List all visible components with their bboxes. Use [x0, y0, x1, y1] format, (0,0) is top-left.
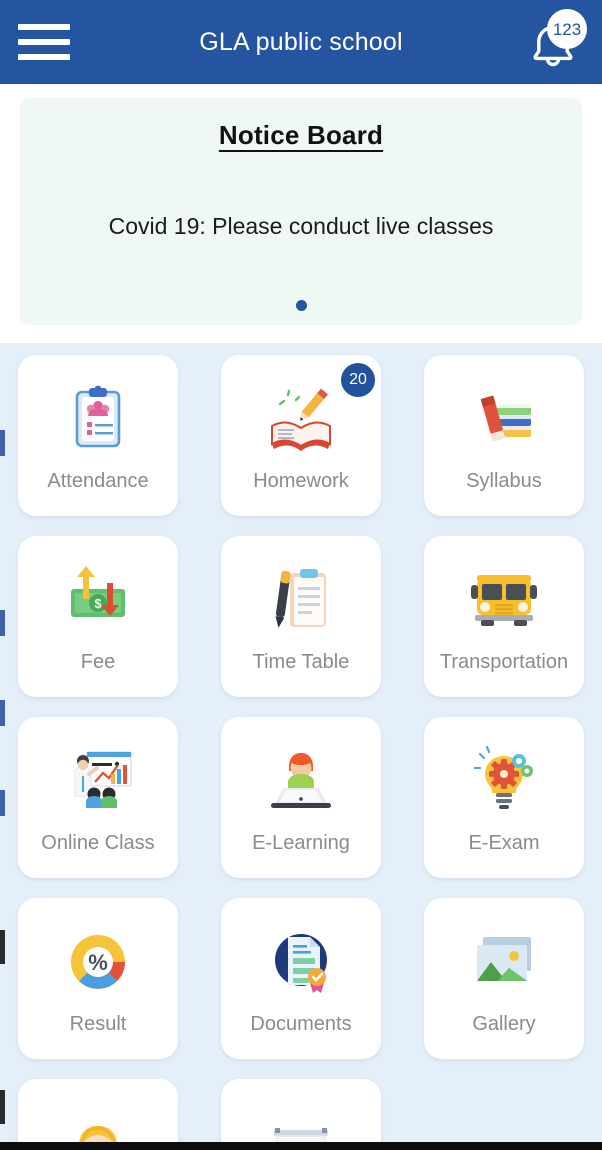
menu-tile-label: Time Table: [252, 651, 350, 673]
menu-tile-label: Syllabus: [466, 470, 542, 492]
drawer-edge-mark: [0, 790, 5, 816]
menu-tile-label: Gallery: [472, 1013, 536, 1035]
menu-tile[interactable]: Syllabus: [424, 355, 584, 516]
menu-tile[interactable]: E-Exam: [424, 717, 584, 878]
menu-tile-label: Online Class: [41, 832, 155, 854]
svg-text:$: $: [94, 596, 102, 611]
hamburger-menu-icon[interactable]: [18, 20, 70, 64]
menu-tile-label: Result: [69, 1013, 127, 1035]
person-laptop-icon: [264, 744, 338, 818]
system-navigation-bar: [0, 1142, 602, 1150]
pen-clipboard-icon: [264, 563, 338, 637]
page-title: GLA public school: [199, 27, 403, 56]
drawer-edge-mark: [0, 430, 5, 456]
notice-pagination[interactable]: [20, 300, 582, 311]
pencil-book-icon: [264, 382, 338, 456]
menu-tile-label: Attendance: [47, 470, 149, 492]
menu-tile[interactable]: Attendance: [18, 355, 178, 516]
menu-grid-area: Attendance Homework 20 Syllabus $ Fee Ti…: [0, 343, 602, 1150]
pie-percent-icon: %: [61, 925, 135, 999]
menu-tile[interactable]: Online Class: [18, 717, 178, 878]
menu-tile[interactable]: $ Fee: [18, 536, 178, 697]
menu-tile-label: E-Exam: [468, 832, 540, 854]
menu-tile[interactable]: [221, 1079, 381, 1150]
notice-board-card[interactable]: Notice Board Covid 19: Please conduct li…: [20, 98, 582, 325]
menu-tile[interactable]: Homework 20: [221, 355, 381, 516]
school-bus-icon: [467, 563, 541, 637]
notice-section: Notice Board Covid 19: Please conduct li…: [0, 84, 602, 343]
app-header: GLA public school 123: [0, 0, 602, 84]
menu-tile[interactable]: Documents: [221, 898, 381, 1059]
menu-tile[interactable]: Transportation: [424, 536, 584, 697]
drawer-edge-mark: [0, 610, 5, 636]
pagination-dot[interactable]: [295, 300, 307, 311]
app-root: GLA public school 123 Notice Board Covid…: [0, 0, 602, 1150]
teacher-board-icon: [61, 744, 135, 818]
menu-tile[interactable]: E-Learning: [221, 717, 381, 878]
menu-tile-label: Fee: [80, 651, 116, 673]
menu-tile-label: Transportation: [439, 651, 569, 673]
drawer-edge-mark: [0, 700, 5, 726]
notification-bell-button[interactable]: 123: [522, 9, 587, 73]
clipboard-people-icon: [61, 382, 135, 456]
notification-count-badge: 123: [547, 9, 587, 49]
document-seal-icon: [264, 925, 338, 999]
svg-text:%: %: [88, 950, 108, 975]
photo-mountain-icon: [467, 925, 541, 999]
menu-tile[interactable]: Gallery: [424, 898, 584, 1059]
money-arrows-icon: $: [61, 563, 135, 637]
drawer-edge-mark: [0, 1090, 5, 1124]
menu-tile[interactable]: Time Table: [221, 536, 381, 697]
menu-tile[interactable]: [18, 1079, 178, 1150]
menu-tile-label: Homework: [253, 470, 349, 492]
drawer-edge-mark: [0, 930, 5, 964]
menu-grid: Attendance Homework 20 Syllabus $ Fee Ti…: [18, 355, 584, 1150]
menu-tile-label: E-Learning: [252, 832, 350, 854]
menu-tile[interactable]: % Result: [18, 898, 178, 1059]
books-stack-icon: [467, 382, 541, 456]
menu-tile-label: Documents: [250, 1013, 352, 1035]
notice-board-message: Covid 19: Please conduct live classes: [108, 213, 494, 239]
notice-board-title: Notice Board: [218, 120, 384, 150]
bulb-gears-icon: [467, 744, 541, 818]
menu-tile-badge: 20: [341, 363, 375, 397]
